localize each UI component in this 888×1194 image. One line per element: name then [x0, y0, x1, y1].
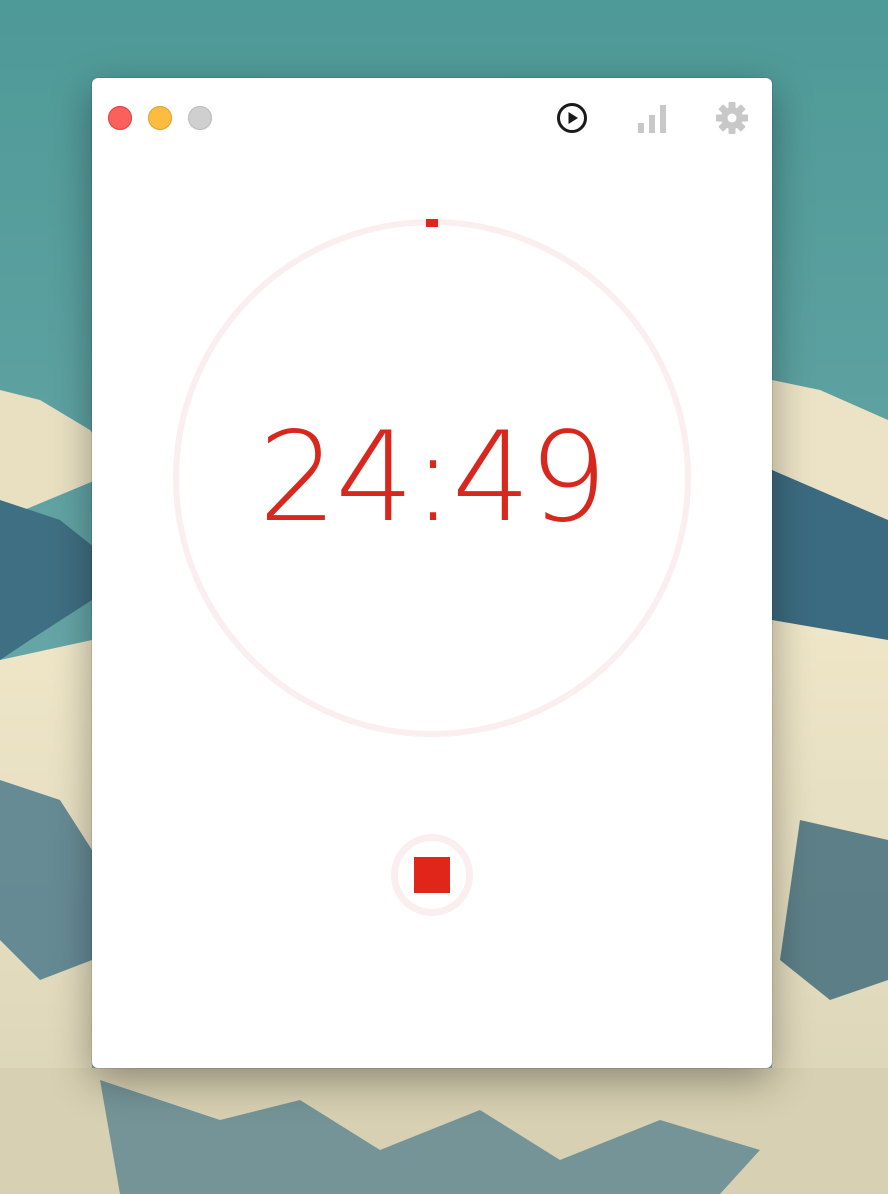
time-remaining: 24:49: [258, 406, 607, 550]
play-circle-icon: [557, 103, 587, 133]
window-minimize-button[interactable]: [148, 106, 172, 130]
statistics-tab-button[interactable]: [634, 100, 670, 136]
progress-ring-indicator: [426, 219, 438, 227]
timer-window: 24:49: [92, 78, 772, 1068]
settings-tab-button[interactable]: [714, 100, 750, 136]
desktop-background: 24:49: [0, 0, 888, 1194]
gear-icon: [716, 102, 748, 134]
timer-tab-button[interactable]: [554, 100, 590, 136]
stop-button[interactable]: [391, 834, 473, 916]
stop-icon: [414, 857, 450, 893]
window-zoom-button[interactable]: [188, 106, 212, 130]
bar-chart-icon: [638, 105, 666, 133]
window-close-button[interactable]: [108, 106, 132, 130]
timer-dial: 24:49: [172, 218, 692, 738]
